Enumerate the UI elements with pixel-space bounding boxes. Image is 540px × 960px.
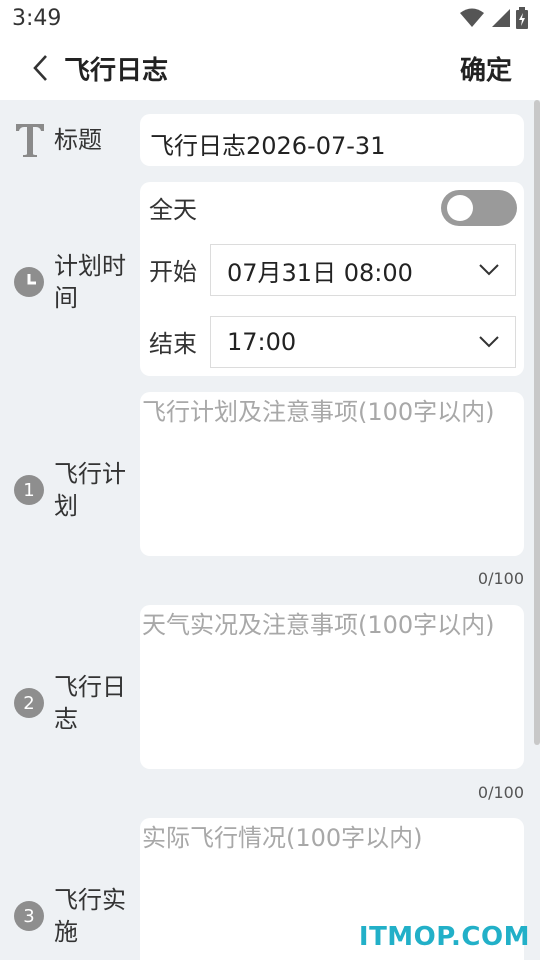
signal-icon <box>492 9 510 27</box>
flight-log-label: 2 飞行日 志 <box>14 671 126 735</box>
back-button[interactable] <box>14 36 66 100</box>
status-time: 3:49 <box>12 5 62 31</box>
number-1-icon: 1 <box>14 475 44 505</box>
all-day-toggle[interactable] <box>441 190 517 226</box>
watermark: ITMOP.COM <box>358 922 530 952</box>
chevron-left-icon <box>33 55 47 81</box>
title-row-label: 标题 <box>14 122 102 158</box>
end-time-select[interactable]: 17:00 <box>210 316 516 368</box>
flight-plan-label-line1: 飞行计 <box>54 460 126 488</box>
toggle-knob <box>447 195 473 221</box>
title-label: 标题 <box>54 126 102 154</box>
flight-plan-textarea[interactable]: 飞行计划及注意事项(100字以内) <box>140 392 524 556</box>
plan-time-card: 全天 开始 07月31日 08:00 结束 17:00 <box>140 182 524 376</box>
all-day-label: 全天 <box>149 196 197 224</box>
flight-log-label-line2: 志 <box>54 705 78 733</box>
flight-execution-placeholder: 实际飞行情况(100字以内) <box>142 824 423 852</box>
status-bar: 3:49 <box>0 0 540 36</box>
flight-plan-label-line2: 划 <box>54 492 78 520</box>
chevron-down-icon <box>479 336 499 348</box>
title-input-value: 飞行日志2026-07-31 <box>150 132 386 160</box>
title-input[interactable]: 飞行日志2026-07-31 <box>140 114 524 166</box>
flight-log-label-line1: 飞行日 <box>54 673 126 701</box>
flight-plan-placeholder: 飞行计划及注意事项(100字以内) <box>142 398 495 426</box>
flight-log-textarea[interactable]: 天气实况及注意事项(100字以内) <box>140 605 524 769</box>
text-t-icon <box>16 124 44 157</box>
battery-icon <box>516 7 528 29</box>
start-time-select[interactable]: 07月31日 08:00 <box>210 244 516 296</box>
start-label: 开始 <box>149 258 197 286</box>
status-icons <box>460 7 528 29</box>
plan-time-label-line1: 计划时 <box>54 252 126 280</box>
app-bar: 飞行日志 确定 <box>0 36 540 100</box>
wifi-icon <box>460 8 484 27</box>
flight-execution-label-line2: 施 <box>54 918 78 946</box>
flight-execution-label: 3 飞行实 施 <box>14 884 126 948</box>
page-title: 飞行日志 <box>64 55 169 86</box>
number-3-icon: 3 <box>14 901 44 931</box>
end-label: 结束 <box>149 330 197 358</box>
number-2-icon: 2 <box>14 688 44 718</box>
flight-plan-counter: 0/100 <box>477 569 524 588</box>
chevron-down-icon <box>479 264 499 276</box>
form-content[interactable]: 标题 飞行日志2026-07-31 计划时 间 全天 开始 07月31日 08:… <box>0 100 540 960</box>
flight-execution-label-line1: 飞行实 <box>54 886 126 914</box>
confirm-button[interactable]: 确定 <box>460 50 512 87</box>
flight-log-placeholder: 天气实况及注意事项(100字以内) <box>142 611 495 639</box>
end-time-value: 17:00 <box>227 328 297 356</box>
plan-time-label-line2: 间 <box>54 284 78 312</box>
start-time-value: 07月31日 08:00 <box>227 258 413 287</box>
flight-log-counter: 0/100 <box>477 783 524 802</box>
clock-icon <box>14 267 44 297</box>
plan-time-label: 计划时 间 <box>14 250 126 314</box>
scrollbar[interactable] <box>534 100 540 745</box>
flight-plan-label: 1 飞行计 划 <box>14 458 126 522</box>
